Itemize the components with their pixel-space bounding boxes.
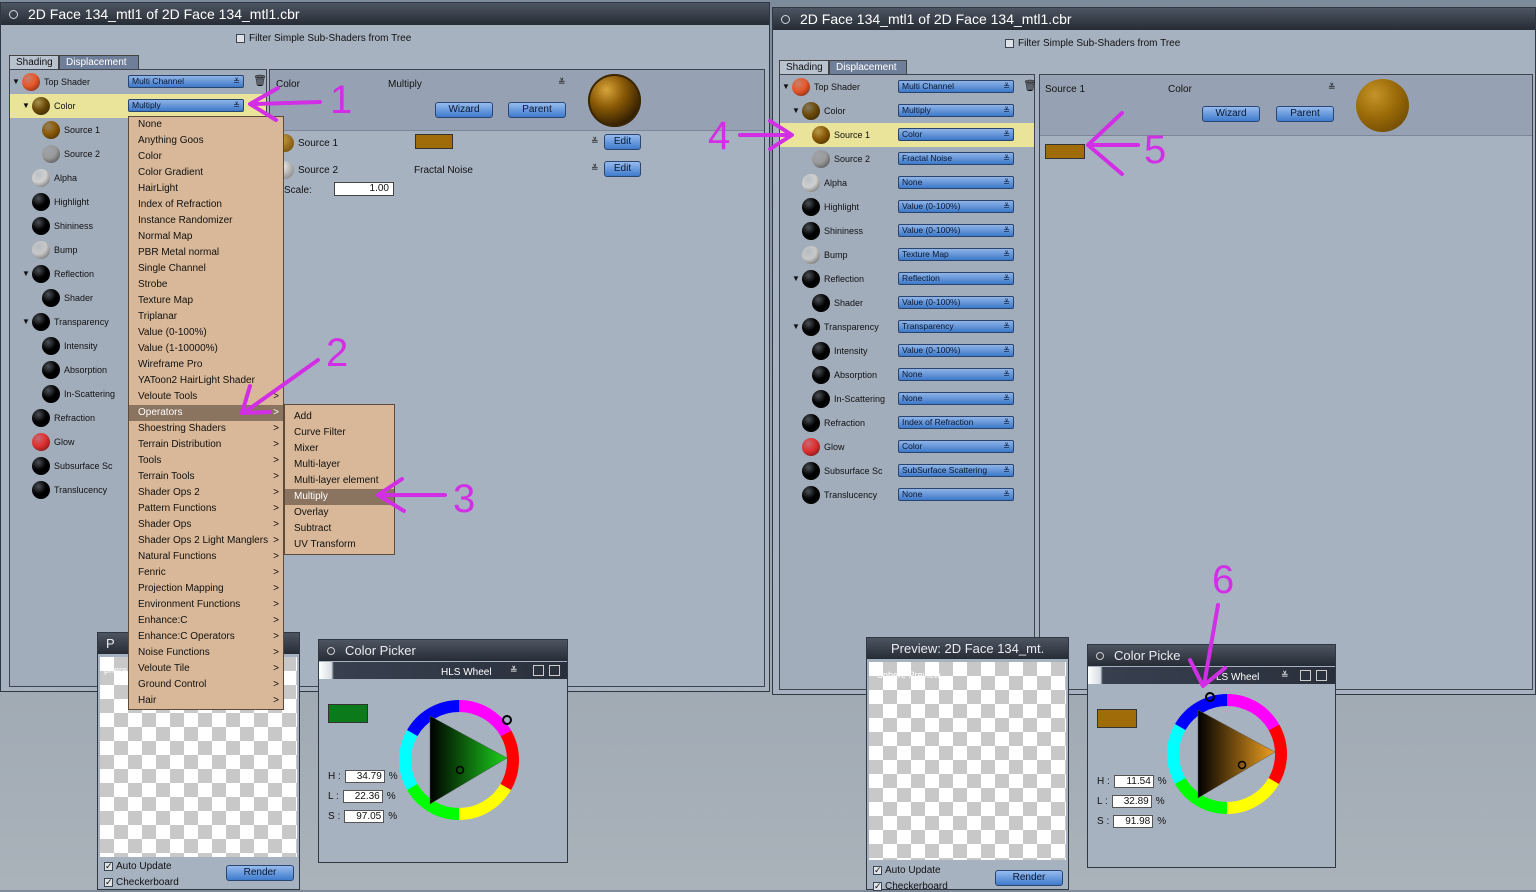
annotation-3: 3	[453, 477, 476, 521]
annotation-6: 6	[1212, 558, 1235, 602]
annotation-arrows	[240, 86, 1227, 688]
annotation-4: 4	[708, 114, 731, 158]
annotation-1: 1	[330, 78, 353, 122]
annotation-2: 2	[326, 331, 349, 375]
annotation-5: 5	[1144, 128, 1167, 172]
